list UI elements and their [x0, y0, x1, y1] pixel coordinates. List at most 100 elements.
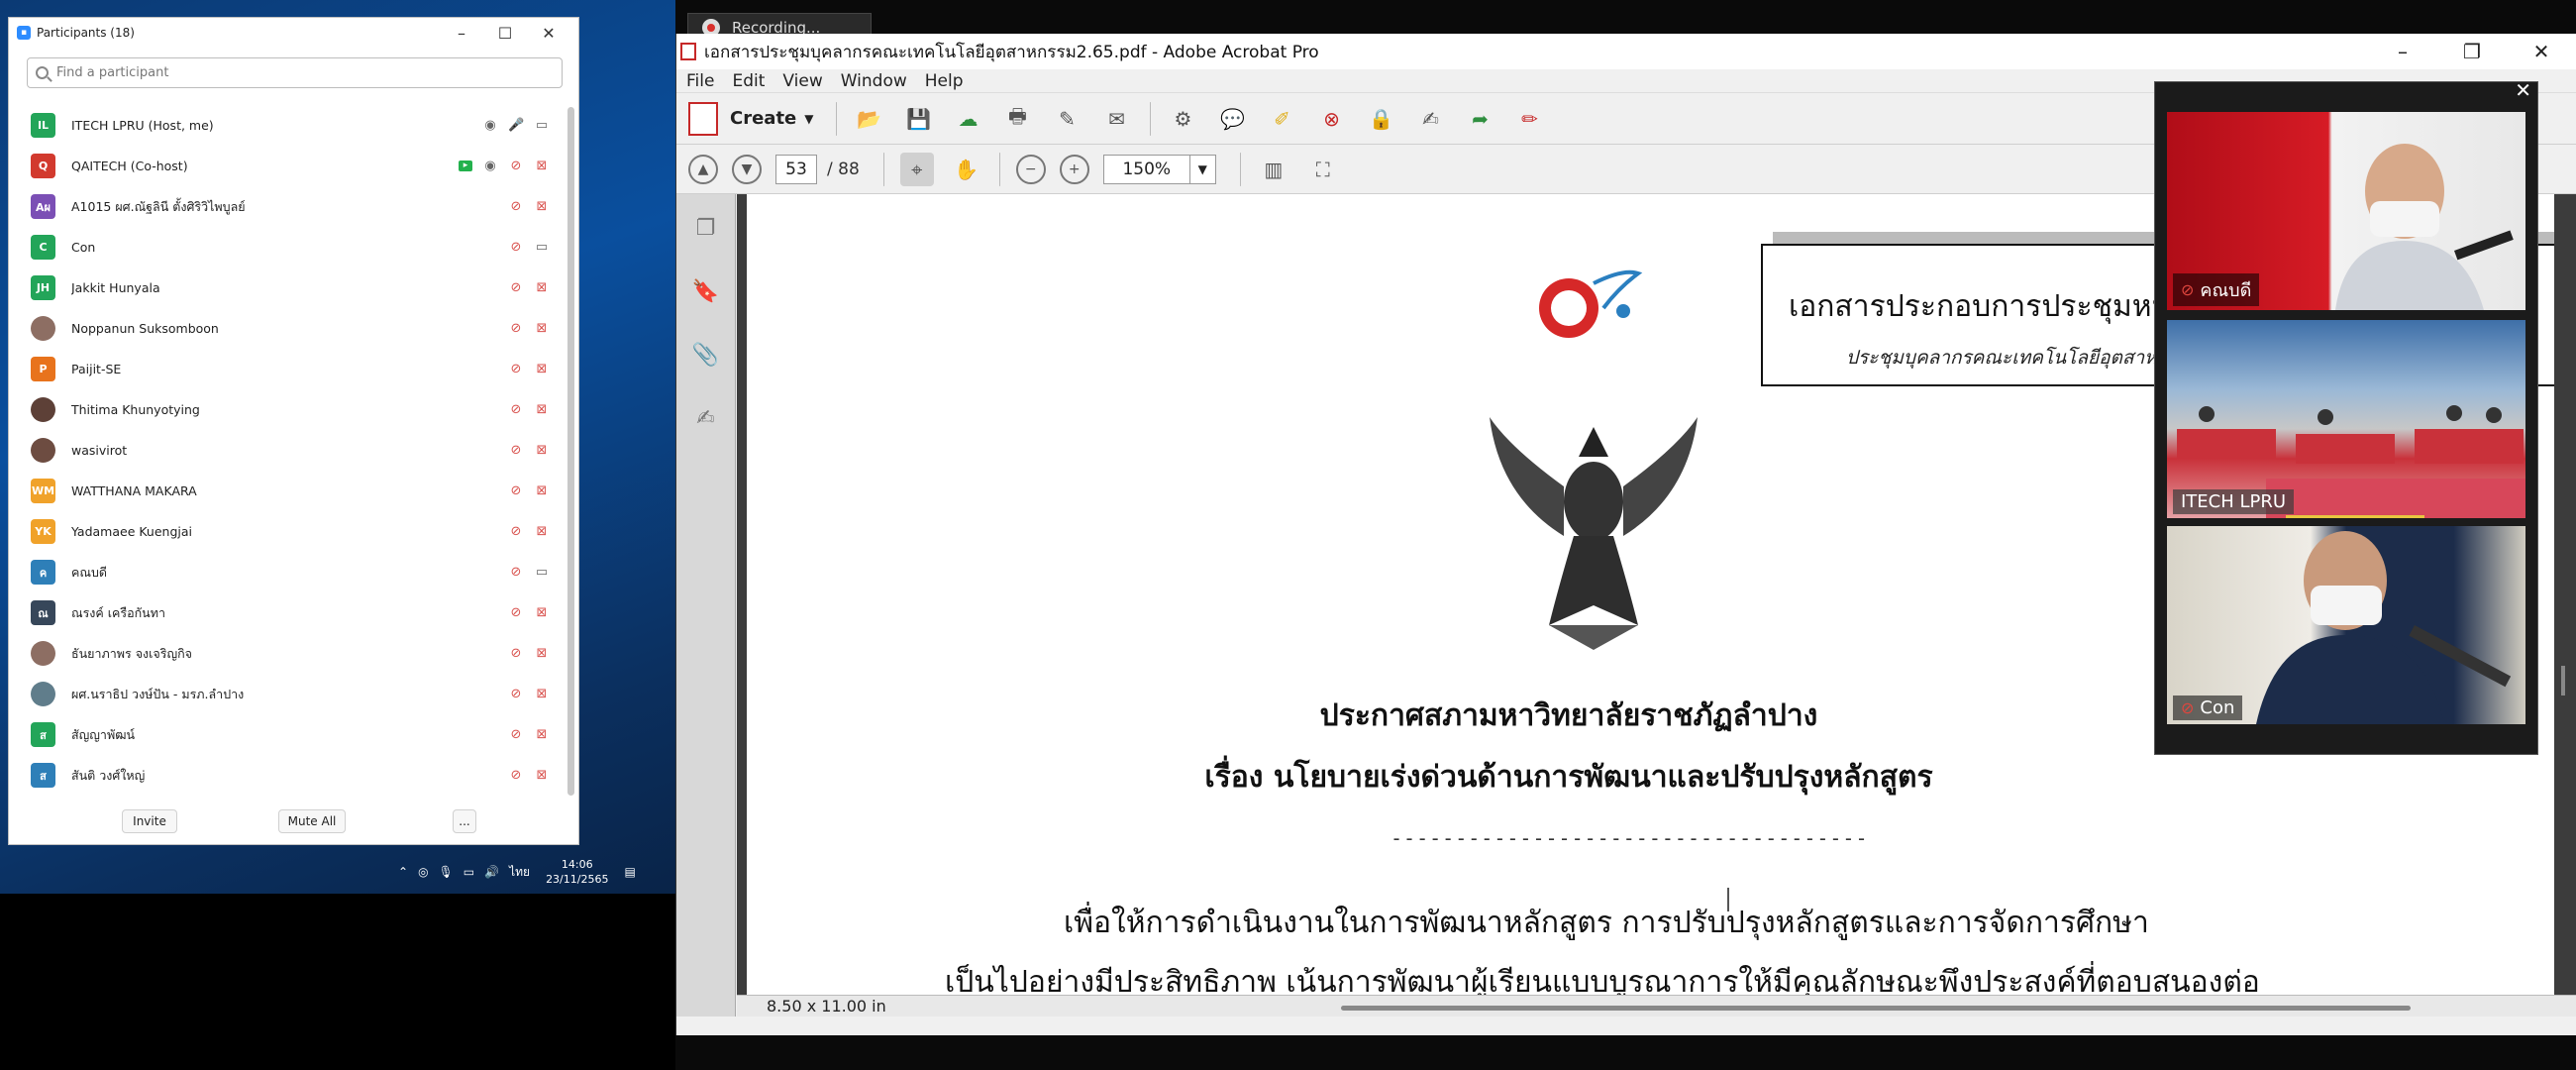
- close-icon[interactable]: ✕: [2507, 40, 2576, 63]
- muted-mic-icon[interactable]: ⊘: [508, 321, 524, 336]
- video-tile[interactable]: ⊘ Con: [2167, 526, 2525, 724]
- muted-mic-icon[interactable]: ⊘: [508, 727, 524, 742]
- muted-mic-icon[interactable]: ⊘: [508, 443, 524, 458]
- export-icon[interactable]: ➦: [1464, 102, 1497, 136]
- participant-row[interactable]: wasivirot ⊘ ⊠: [9, 430, 569, 471]
- video-off-icon[interactable]: ⊠: [534, 483, 550, 498]
- hand-tool-icon[interactable]: ✋: [950, 153, 983, 186]
- select-tool-icon[interactable]: ⌖: [899, 152, 934, 186]
- clock[interactable]: 14:06 23/11/2565: [546, 857, 608, 887]
- close-icon[interactable]: ✕: [2515, 78, 2531, 102]
- secure-document-icon[interactable]: 🔒: [1365, 102, 1398, 136]
- upload-cloud-icon[interactable]: ☁: [952, 102, 985, 136]
- bookmarks-icon[interactable]: 🔖: [691, 279, 721, 309]
- muted-mic-icon[interactable]: ⊘: [508, 768, 524, 783]
- vertical-scrollbar-thumb[interactable]: [2561, 666, 2565, 696]
- participant-row[interactable]: ณณรงค์ เครือกันทา ⊘ ⊠: [9, 592, 569, 633]
- video-off-icon[interactable]: ⊠: [534, 362, 550, 376]
- chevron-up-icon[interactable]: ⌃: [398, 865, 408, 879]
- menu-file[interactable]: File: [686, 71, 714, 91]
- video-off-icon[interactable]: ⊠: [534, 321, 550, 336]
- muted-mic-icon[interactable]: ⊘: [508, 483, 524, 498]
- previous-page-icon[interactable]: ▲: [688, 154, 718, 184]
- delete-page-icon[interactable]: ⊗: [1315, 102, 1349, 136]
- muted-mic-icon[interactable]: ⊘: [508, 159, 524, 173]
- zoom-tray-icon[interactable]: ◎: [418, 865, 428, 879]
- mute-all-button[interactable]: Mute All: [278, 809, 346, 833]
- video-off-icon[interactable]: ⊠: [534, 159, 550, 173]
- save-icon[interactable]: 💾: [902, 102, 936, 136]
- zoom-out-icon[interactable]: −: [1015, 154, 1046, 184]
- participant-row[interactable]: คคณบดี ⊘ ▭: [9, 552, 569, 592]
- participant-row[interactable]: ธันยาภาพร จงเจริญกิจ ⊘ ⊠: [9, 633, 569, 674]
- participant-row[interactable]: สสันติ วงศ์ใหญ่ ⊘ ⊠: [9, 755, 569, 796]
- participant-row[interactable]: ผศ.นราธิป วงษ์ปัน - มรภ.ลำปาง ⊘ ⊠: [9, 674, 569, 714]
- settings-gear-icon[interactable]: ⚙: [1167, 102, 1200, 136]
- video-off-icon[interactable]: ⊠: [534, 199, 550, 214]
- more-button[interactable]: ...: [453, 809, 476, 833]
- video-tile[interactable]: ITECH LPRU: [2167, 320, 2525, 518]
- video-off-icon[interactable]: ⊠: [534, 402, 550, 417]
- participant-row[interactable]: YK Yadamaee Kuengjai ⊘ ⊠: [9, 511, 569, 552]
- close-icon[interactable]: ✕: [527, 24, 570, 43]
- video-off-icon[interactable]: ⊠: [534, 687, 550, 701]
- participant-search-input[interactable]: Find a participant: [27, 57, 563, 88]
- muted-mic-icon[interactable]: ⊘: [508, 280, 524, 295]
- video-off-icon[interactable]: ⊠: [534, 280, 550, 295]
- video-camera-icon[interactable]: ▭: [534, 565, 550, 580]
- participant-row[interactable]: Aผ A1015 ผศ.ณัฐลินี ตั้งศิริวิไพบูลย์ ⊘ ⊠: [9, 186, 569, 227]
- restore-icon[interactable]: ❐: [2437, 40, 2507, 63]
- maximize-icon[interactable]: ☐: [483, 24, 527, 43]
- comment-icon[interactable]: 💬: [1216, 102, 1250, 136]
- print-icon[interactable]: 🖶: [1001, 102, 1035, 136]
- participant-row[interactable]: P Paijit-SE ⊘ ⊠: [9, 349, 569, 389]
- video-off-icon[interactable]: ⊠: [534, 768, 550, 783]
- participant-list-scrollbar[interactable]: [567, 107, 574, 796]
- volume-icon[interactable]: 🔊: [484, 865, 499, 879]
- muted-mic-icon[interactable]: ⊘: [508, 362, 524, 376]
- highlight-icon[interactable]: ✐: [1266, 102, 1299, 136]
- muted-mic-icon[interactable]: ⊘: [508, 565, 524, 580]
- muted-mic-icon[interactable]: ⊘: [508, 199, 524, 214]
- menu-view[interactable]: View: [782, 71, 822, 91]
- minimize-icon[interactable]: –: [440, 24, 483, 43]
- invite-button[interactable]: Invite: [122, 809, 177, 833]
- create-button[interactable]: Create ▼: [688, 101, 814, 136]
- zoom-in-icon[interactable]: +: [1059, 154, 1089, 184]
- video-off-icon[interactable]: ⊠: [534, 727, 550, 742]
- video-off-icon[interactable]: ⊠: [534, 524, 550, 539]
- fit-page-icon[interactable]: ▥: [1257, 153, 1290, 186]
- network-icon[interactable]: ▭: [464, 865, 474, 879]
- participant-row[interactable]: Noppanun Suksomboon ⊘ ⊠: [9, 308, 569, 349]
- video-tile[interactable]: ⊘ คณบดี: [2167, 112, 2525, 310]
- horizontal-scrollbar[interactable]: [1341, 1006, 2411, 1011]
- video-camera-icon[interactable]: ▭: [534, 240, 550, 255]
- sign-document-icon[interactable]: ✍: [1414, 102, 1448, 136]
- menu-edit[interactable]: Edit: [732, 71, 765, 91]
- microphone-icon[interactable]: 🎙: [439, 865, 454, 879]
- muted-mic-icon[interactable]: ⊘: [508, 240, 524, 255]
- microphone-icon[interactable]: 🎤: [508, 118, 524, 133]
- video-camera-icon[interactable]: ▭: [534, 118, 550, 133]
- video-off-icon[interactable]: ⊠: [534, 646, 550, 661]
- muted-mic-icon[interactable]: ⊘: [508, 402, 524, 417]
- video-off-icon[interactable]: ⊠: [534, 605, 550, 620]
- zoom-dropdown-icon[interactable]: ▼: [1189, 154, 1216, 184]
- participant-row[interactable]: สสัญญาพัฒน์ ⊘ ⊠: [9, 714, 569, 755]
- signatures-icon[interactable]: ✍: [691, 406, 721, 436]
- participant-row[interactable]: JH Jakkit Hunyala ⊘ ⊠: [9, 268, 569, 308]
- participant-row[interactable]: Q QAITECH (Co-host) ▸ ◉ ⊘ ⊠: [9, 146, 569, 186]
- open-folder-icon[interactable]: 📂: [853, 102, 886, 136]
- language-indicator[interactable]: ไทย: [509, 863, 530, 882]
- zoom-level-input[interactable]: 150%: [1102, 154, 1190, 184]
- muted-mic-icon[interactable]: ⊘: [508, 646, 524, 661]
- muted-mic-icon[interactable]: ⊘: [508, 605, 524, 620]
- muted-mic-icon[interactable]: ⊘: [508, 524, 524, 539]
- participant-row[interactable]: IL ITECH LPRU (Host, me) ◉ 🎤 ▭: [9, 105, 569, 146]
- menu-help[interactable]: Help: [925, 71, 964, 91]
- form-edit-icon[interactable]: ✏: [1513, 102, 1547, 136]
- page-thumbnails-icon[interactable]: ❐: [691, 216, 721, 246]
- fit-width-icon[interactable]: ⛶: [1306, 153, 1340, 186]
- video-off-icon[interactable]: ⊠: [534, 443, 550, 458]
- attachments-icon[interactable]: 📎: [691, 343, 721, 373]
